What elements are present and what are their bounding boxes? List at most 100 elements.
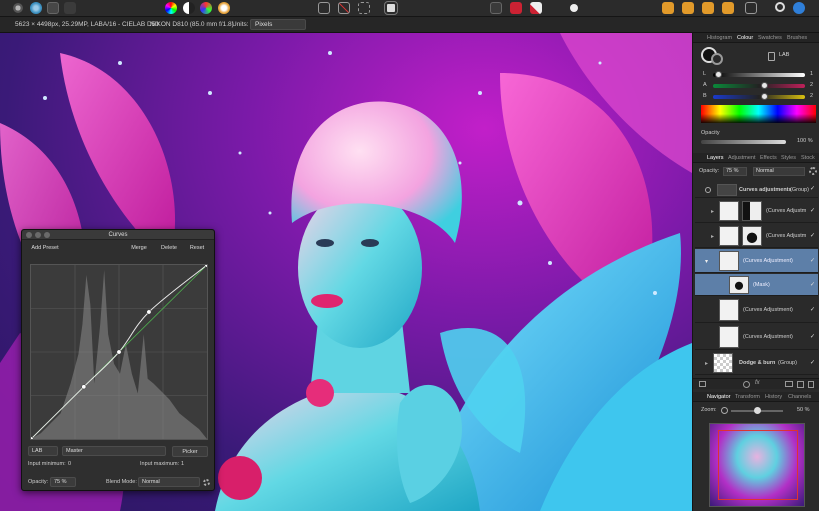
tab-history[interactable]: History bbox=[765, 394, 782, 400]
slider-l[interactable]: L 1 bbox=[703, 71, 813, 79]
mask-icon[interactable] bbox=[510, 2, 522, 14]
tab-colour[interactable]: Colour bbox=[737, 35, 753, 41]
tab-styles[interactable]: Styles bbox=[781, 155, 796, 161]
expand-icon[interactable]: ▸ bbox=[711, 208, 714, 215]
marquee-tool-icon[interactable] bbox=[318, 2, 330, 14]
layer-row[interactable]: (Curves Adjustment) ✓ bbox=[695, 297, 818, 323]
picker-button[interactable]: Picker bbox=[172, 446, 208, 457]
visibility-checkbox[interactable]: ✓ bbox=[810, 207, 815, 214]
zoom-out-icon[interactable] bbox=[721, 407, 728, 414]
shape-tool-icon[interactable] bbox=[384, 1, 398, 15]
effects-icon[interactable]: fx bbox=[755, 380, 760, 386]
layers-opacity-select[interactable]: 75 % bbox=[723, 167, 747, 176]
reset-button[interactable]: Reset bbox=[186, 243, 208, 254]
visibility-checkbox[interactable]: ✓ bbox=[810, 306, 815, 313]
expand-icon[interactable]: ▸ bbox=[705, 360, 708, 367]
visibility-checkbox[interactable]: ✓ bbox=[810, 232, 815, 239]
curve-control-point[interactable] bbox=[146, 309, 152, 315]
slider-a-track[interactable] bbox=[713, 84, 805, 88]
layer-row[interactable]: ▸ Dodge & burn (Group) ✓ bbox=[695, 351, 818, 375]
curve-control-point[interactable] bbox=[30, 436, 34, 440]
tab-brushes[interactable]: Brushes bbox=[787, 35, 807, 41]
visibility-checkbox[interactable]: ✓ bbox=[810, 257, 815, 264]
spectrum-picker[interactable] bbox=[701, 105, 816, 123]
delete-button[interactable]: Delete bbox=[156, 243, 182, 254]
slider-b-track[interactable] bbox=[713, 95, 805, 99]
curve-control-point[interactable] bbox=[204, 264, 208, 268]
channel-select[interactable]: Master bbox=[62, 446, 166, 456]
add-layer-icon[interactable] bbox=[797, 381, 804, 388]
slider-l-track[interactable] bbox=[713, 73, 805, 77]
insert-icon[interactable] bbox=[722, 2, 734, 14]
tab-layers[interactable]: Layers bbox=[707, 155, 724, 161]
contrast-icon[interactable] bbox=[183, 2, 195, 14]
layer-row[interactable]: ▸ (Curves Adjustm ✓ bbox=[695, 224, 818, 248]
curve-control-point[interactable] bbox=[116, 349, 122, 355]
opacity-slider[interactable] bbox=[701, 140, 786, 144]
visibility-checkbox[interactable]: ✓ bbox=[810, 359, 815, 366]
zoom-slider-knob[interactable] bbox=[754, 407, 761, 414]
tab-transform[interactable]: Transform bbox=[735, 394, 760, 400]
layer-row[interactable]: (Curves Adjustment) ✓ bbox=[695, 324, 818, 350]
white-balance-icon[interactable] bbox=[218, 2, 230, 14]
curves-graph[interactable] bbox=[30, 264, 208, 440]
settings-icon[interactable] bbox=[203, 479, 210, 486]
layers-blend-select[interactable]: Normal bbox=[753, 167, 805, 176]
app-logo-icon[interactable] bbox=[12, 2, 24, 14]
group-icon[interactable] bbox=[785, 381, 793, 387]
layer-row-selected[interactable]: ▾ (Curves Adjustment) ✓ bbox=[695, 249, 818, 273]
delete-layer-icon[interactable] bbox=[808, 381, 814, 388]
visibility-checkbox[interactable]: ✓ bbox=[810, 185, 815, 192]
arrange-icon[interactable] bbox=[662, 2, 674, 14]
tab-adjustment[interactable]: Adjustment bbox=[728, 155, 756, 161]
tab-navigator[interactable]: Navigator bbox=[707, 394, 731, 400]
merge-button[interactable]: Merge bbox=[128, 243, 150, 254]
share-icon[interactable] bbox=[64, 2, 76, 14]
assistant-icon[interactable] bbox=[490, 2, 502, 14]
blend-mode-select[interactable]: Normal bbox=[138, 477, 200, 487]
zoom-value[interactable]: 50 % bbox=[797, 407, 810, 413]
opacity-select[interactable]: 75 % bbox=[50, 477, 76, 487]
collapse-icon[interactable]: ▾ bbox=[705, 258, 708, 265]
menu-icon[interactable] bbox=[745, 2, 757, 14]
expand-icon[interactable] bbox=[705, 187, 711, 193]
studio-icon[interactable] bbox=[793, 2, 805, 14]
layer-row[interactable]: Curves adjustments (Group) ✓ bbox=[695, 182, 818, 198]
layer-row[interactable]: ▸ (Curves Adjustm ✓ bbox=[695, 199, 818, 223]
slider-b[interactable]: B 2 bbox=[703, 93, 813, 101]
stroke-well[interactable] bbox=[711, 53, 723, 65]
curve-control-point[interactable] bbox=[81, 384, 87, 390]
hue-icon[interactable] bbox=[200, 2, 212, 14]
tab-stock[interactable]: Stock bbox=[801, 155, 815, 161]
photo-persona-icon[interactable] bbox=[30, 2, 42, 14]
layer-options-icon[interactable] bbox=[699, 381, 706, 387]
gear-icon[interactable] bbox=[809, 167, 817, 175]
input-min-value[interactable]: 0 bbox=[68, 461, 71, 467]
crop-tool-icon[interactable] bbox=[338, 2, 350, 14]
colour-space-select[interactable]: LAB bbox=[28, 446, 58, 456]
slider-b-knob[interactable] bbox=[760, 93, 768, 100]
colour-mode-select[interactable]: LAB bbox=[779, 52, 789, 58]
opacity-value[interactable]: 100 % bbox=[797, 138, 813, 144]
tab-channels[interactable]: Channels bbox=[788, 394, 811, 400]
visibility-checkbox[interactable]: ✓ bbox=[810, 281, 815, 288]
slider-a[interactable]: A 2 bbox=[703, 82, 813, 90]
units-select[interactable]: Pixels bbox=[250, 19, 306, 30]
tab-swatches[interactable]: Swatches bbox=[758, 35, 782, 41]
adjustment-icon[interactable] bbox=[743, 381, 750, 388]
selection-tool-icon[interactable] bbox=[358, 2, 370, 14]
snapping-icon[interactable] bbox=[570, 4, 578, 12]
add-preset-button[interactable]: Add Preset bbox=[28, 243, 62, 254]
navigator-viewport[interactable] bbox=[718, 430, 798, 500]
curves-titlebar[interactable]: Curves bbox=[22, 230, 214, 240]
navigator-preview[interactable] bbox=[709, 423, 805, 507]
slider-a-knob[interactable] bbox=[760, 82, 768, 89]
tab-histogram[interactable]: Histogram bbox=[707, 35, 732, 41]
visibility-checkbox[interactable]: ✓ bbox=[810, 333, 815, 340]
align-icon[interactable] bbox=[682, 2, 694, 14]
input-max-value[interactable]: 1 bbox=[181, 461, 184, 467]
layer-row-selected[interactable]: (Mask) ✓ bbox=[695, 274, 818, 296]
search-icon[interactable] bbox=[775, 2, 785, 12]
eyedropper-icon[interactable] bbox=[768, 52, 775, 61]
color-wheel-icon[interactable] bbox=[165, 2, 177, 14]
